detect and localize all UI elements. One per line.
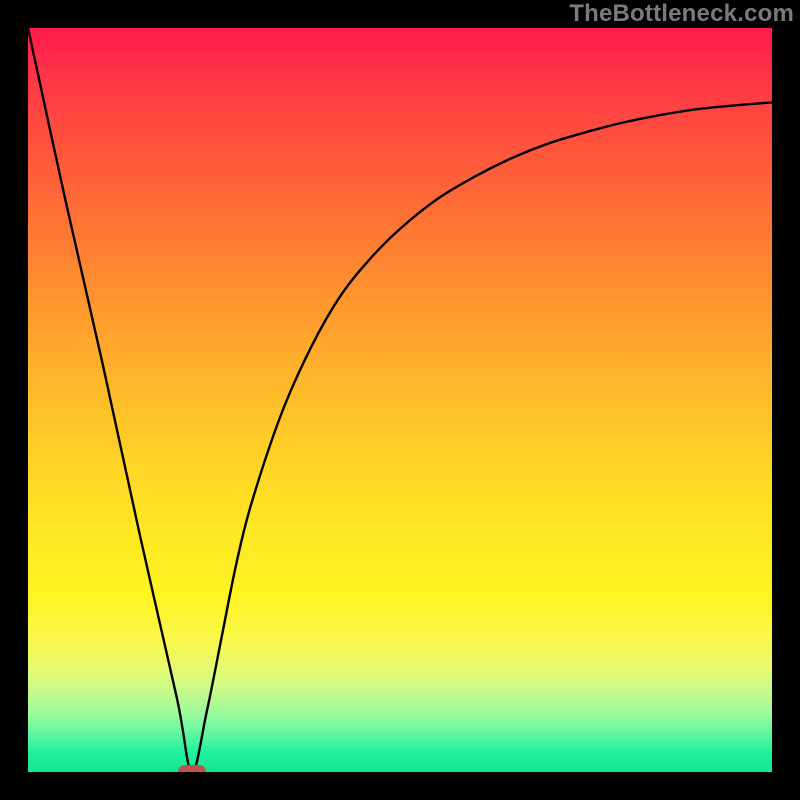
bottleneck-curve	[28, 28, 772, 772]
curve-layer	[28, 28, 772, 772]
chart-frame: TheBottleneck.com	[0, 0, 800, 800]
plot-area	[28, 28, 772, 772]
watermark-text: TheBottleneck.com	[569, 0, 794, 28]
